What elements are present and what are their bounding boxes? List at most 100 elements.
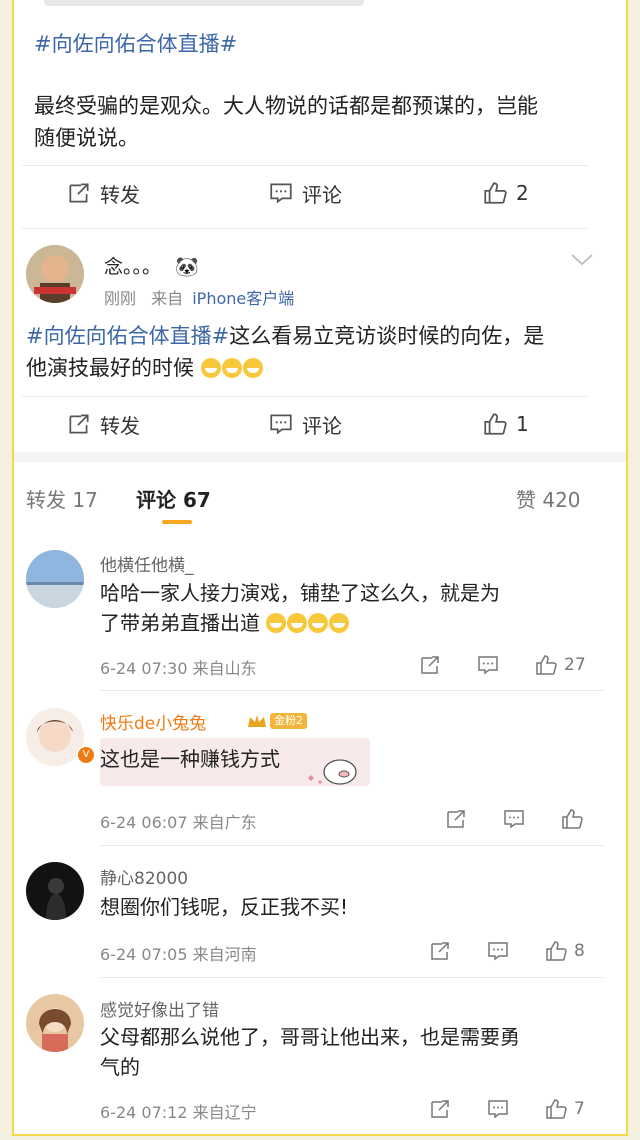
like-count: 8 — [574, 941, 585, 961]
post1-hashtag[interactable]: #向佐向佑合体直播# — [34, 28, 237, 58]
repost-icon — [447, 810, 465, 828]
post1-actions: 转发 评论 2 — [14, 165, 626, 221]
post2-comment-button[interactable]: 评论 — [268, 396, 342, 452]
source-prefix: 来自 — [151, 289, 184, 308]
avatar[interactable] — [26, 862, 84, 920]
tab-repost[interactable]: 转发 17 — [26, 484, 98, 513]
post1-like-button[interactable]: 2 — [482, 165, 529, 221]
comment-repost-button[interactable] — [428, 1094, 452, 1124]
comment-text-line1: 父母都那么说他了，哥哥让他出来，也是需要勇 — [100, 1025, 520, 1049]
post-time: 刚刚 — [104, 289, 137, 308]
thumbs-up-icon — [546, 1099, 567, 1119]
post1-comment-button[interactable]: 评论 — [268, 165, 342, 221]
comment-text-line1: 哈哈一家人接力演戏，铺垫了这么久，就是为 — [100, 581, 500, 605]
divider — [100, 690, 604, 691]
panda-emoji: 🐼 — [175, 256, 199, 278]
comment-username[interactable]: 感觉好像出了错 — [100, 996, 219, 1021]
comment-icon — [270, 183, 292, 204]
fan-badge: 金粉2 — [246, 712, 307, 730]
comment-icon — [504, 810, 524, 829]
like-count: 27 — [564, 655, 586, 675]
comment-username[interactable]: 静心82000 — [100, 864, 188, 889]
comment-like-button[interactable]: 27 — [534, 650, 586, 680]
avatar-image — [26, 994, 84, 1052]
comment-icon — [270, 414, 292, 435]
laugh-emoji — [200, 356, 264, 380]
comment-icon — [478, 656, 498, 675]
post1-text-line1: 最终受骗的是观众。大人物说的话都是都预谋的，岂能 — [34, 94, 538, 118]
username[interactable]: 念。。。 🐼 — [104, 252, 199, 279]
post2-actions: 转发 评论 1 — [14, 396, 626, 452]
repost-icon — [69, 183, 89, 203]
post2-text-part1: 这么看易立竞访谈时候的向佐，是 — [229, 324, 545, 348]
verified-icon: V — [76, 745, 96, 765]
grin-emoji — [266, 611, 350, 635]
thumbs-up-icon — [484, 182, 507, 204]
avatar[interactable] — [26, 245, 84, 303]
chevron-down-icon[interactable] — [570, 252, 594, 268]
post1-text-line2: 随便说说。 — [34, 126, 139, 150]
comment-like-button[interactable] — [560, 804, 584, 834]
like-count: 2 — [516, 181, 529, 205]
comment-reply-button[interactable] — [502, 804, 526, 834]
repost-icon — [431, 942, 449, 960]
post1-repost-button[interactable]: 转发 — [66, 165, 140, 221]
comment-text-line2: 了带弟弟直播出道 — [100, 611, 260, 635]
comment-repost-button[interactable] — [428, 936, 452, 966]
fan-level: 金粉2 — [270, 713, 307, 729]
repost-icon — [421, 656, 439, 674]
source-link[interactable]: iPhone客户端 — [192, 289, 294, 308]
active-tab-indicator — [162, 520, 192, 524]
comment-icon — [488, 942, 508, 961]
thumbs-up-icon — [562, 809, 583, 829]
comment-text-line2: 气的 — [100, 1055, 140, 1079]
comment-username[interactable]: 快乐de小兔兔 — [100, 709, 206, 734]
comment-label: 评论 — [302, 413, 342, 438]
thumbs-up-icon — [484, 413, 507, 435]
comment-meta: 6-24 07:05 来自河南 — [100, 945, 257, 964]
post2-text-line2: 他演技最好的时候 — [26, 356, 194, 380]
comment-like-button[interactable]: 8 — [544, 936, 585, 966]
avatar-image — [26, 245, 84, 303]
post1-text: 最终受骗的是观众。大人物说的话都是都预谋的，岂能 随便说说。 — [34, 90, 614, 154]
divider — [100, 845, 604, 846]
comment-like-button[interactable]: 7 — [544, 1094, 585, 1124]
comment-text: 哈哈一家人接力演戏，铺垫了这么久，就是为 了带弟弟直播出道 — [100, 578, 620, 638]
repost-icon — [69, 414, 89, 434]
comment-reply-button[interactable] — [486, 936, 510, 966]
like-count: 7 — [574, 1099, 585, 1119]
username-text: 念。。。 — [104, 256, 162, 278]
comment-repost-button[interactable] — [418, 650, 442, 680]
avatar[interactable] — [26, 994, 84, 1052]
post2-hashtag[interactable]: #向佐向佑合体直播# — [26, 324, 229, 348]
like-count: 1 — [516, 412, 529, 436]
comment-username[interactable]: 他横任他横_ — [100, 551, 194, 576]
avatar-image — [26, 550, 84, 608]
comment-icon — [488, 1100, 508, 1119]
comment-meta: 6-24 06:07 来自广东 — [100, 813, 257, 832]
weibo-post-frame: #向佐向佑合体直播# 最终受骗的是观众。大人物说的话都是都预谋的，岂能 随便说说… — [12, 0, 628, 1136]
cut-off-header — [44, 0, 364, 6]
section-gap — [14, 452, 626, 462]
post2-like-button[interactable]: 1 — [482, 396, 529, 452]
tab-likes[interactable]: 赞 420 — [516, 484, 581, 513]
comment-text: 父母都那么说他了，哥哥让他出来，也是需要勇 气的 — [100, 1022, 620, 1082]
divider — [22, 228, 588, 229]
comment-label: 评论 — [302, 182, 342, 207]
tab-bar: 转发 17 评论 67 赞 420 — [14, 470, 626, 530]
thumbs-up-icon — [546, 941, 567, 961]
post2-repost-button[interactable]: 转发 — [66, 396, 140, 452]
comment-reply-button[interactable] — [486, 1094, 510, 1124]
thumbs-up-icon — [536, 655, 557, 675]
avatar-image — [26, 862, 84, 920]
comment-text: 想圈你们钱呢，反正我不买! — [100, 895, 349, 919]
repost-label: 转发 — [100, 413, 140, 438]
tab-comment[interactable]: 评论 67 — [136, 484, 211, 513]
comment-reply-button[interactable] — [476, 650, 500, 680]
pig-sticker-icon — [308, 759, 357, 785]
post2-text: #向佐向佑合体直播#这么看易立竞访谈时候的向佐，是 他演技最好的时候 — [26, 320, 616, 384]
comment-meta: 6-24 07:30 来自山东 — [100, 659, 257, 678]
repost-label: 转发 — [100, 182, 140, 207]
comment-repost-button[interactable] — [444, 804, 468, 834]
avatar[interactable] — [26, 550, 84, 608]
